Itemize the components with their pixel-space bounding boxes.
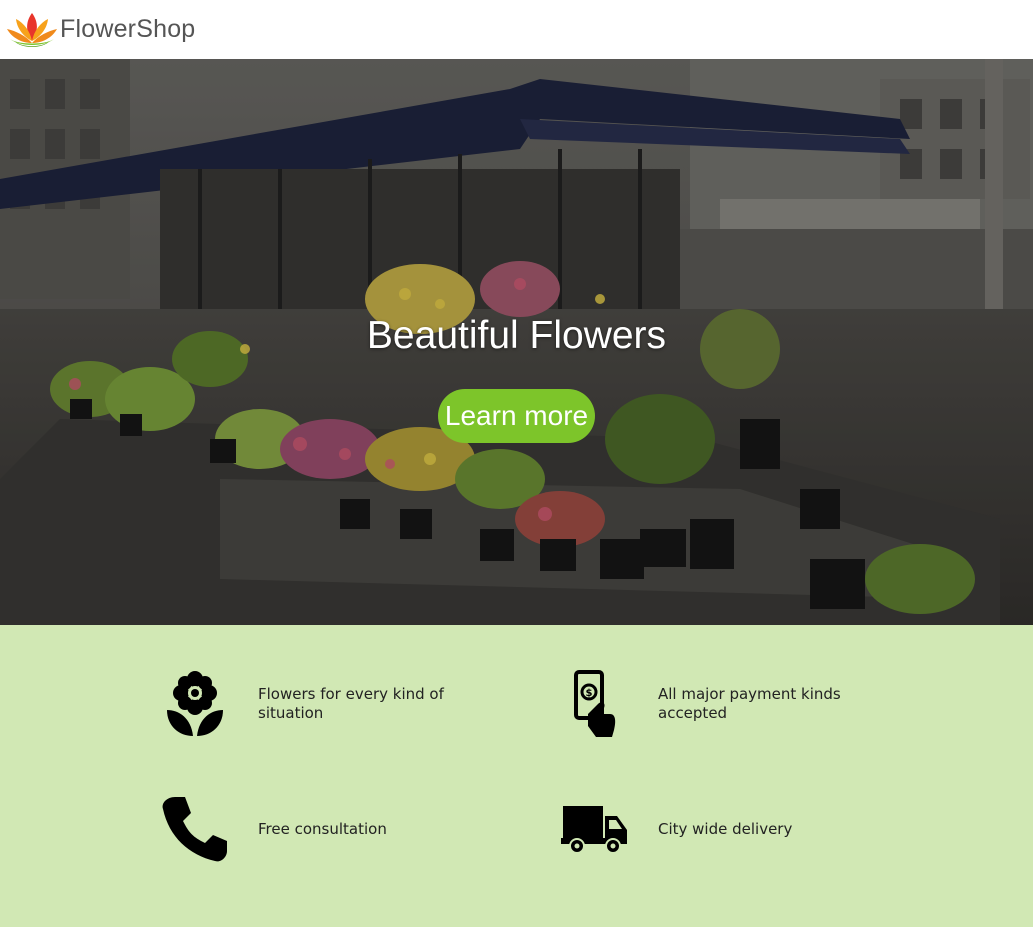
lotus-flower-logo-icon bbox=[6, 11, 58, 49]
truck-icon bbox=[560, 794, 630, 864]
feature-label: City wide delivery bbox=[658, 819, 793, 838]
feature-label: Free consultation bbox=[258, 819, 387, 838]
brand-logo[interactable]: FlowerShop bbox=[6, 11, 195, 49]
feature-label: Flowers for every kind of situation bbox=[258, 685, 444, 722]
hero-title: Beautiful Flowers bbox=[366, 314, 667, 357]
site-header: FlowerShop bbox=[0, 0, 1033, 59]
feature-consultation: Free consultation bbox=[160, 794, 458, 864]
features-section: Flowers for every kind of situation $ Al… bbox=[0, 625, 1033, 927]
svg-text:$: $ bbox=[586, 688, 593, 699]
hero-section: Beautiful Flowers Learn more bbox=[0, 59, 1033, 625]
feature-label: All major payment kinds accepted bbox=[658, 685, 841, 722]
flower-icon bbox=[160, 669, 230, 739]
feature-payment: $ All major payment kinds accepted bbox=[560, 669, 858, 739]
feature-flowers: Flowers for every kind of situation bbox=[160, 669, 458, 739]
brand-name: FlowerShop bbox=[60, 15, 196, 43]
phone-icon bbox=[160, 794, 230, 864]
learn-more-button[interactable]: Learn more bbox=[438, 389, 595, 443]
feature-delivery: City wide delivery bbox=[560, 794, 858, 864]
payment-hand-icon: $ bbox=[560, 669, 630, 739]
